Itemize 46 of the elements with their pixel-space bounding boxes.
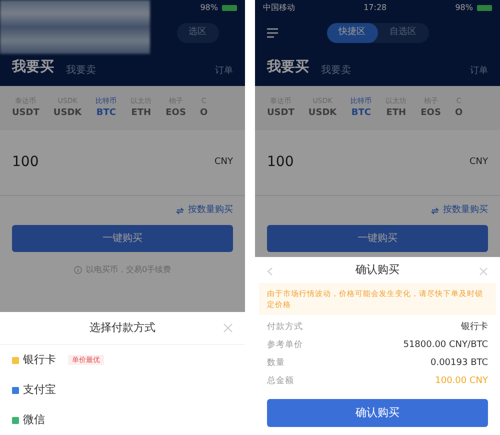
currency-label: CNY — [469, 156, 488, 169]
payment-method[interactable]: 支付宝 — [0, 375, 245, 405]
one-click-buy-button[interactable]: 一键购买 — [12, 224, 233, 252]
sheet-title: 确认购买 — [356, 262, 400, 278]
detail-value: 0.00193 BTC — [430, 357, 488, 370]
payment-label: 银行卡 — [23, 352, 56, 368]
zone-tab[interactable]: 自选区 — [378, 23, 428, 43]
buy-by-quantity-link[interactable]: 按数量购买 — [443, 204, 488, 218]
payment-method[interactable]: 微信 — [0, 405, 245, 435]
detail-value: 51800.00 CNY/BTC — [403, 339, 488, 352]
detail-label: 参考单价 — [267, 339, 303, 352]
battery-icon — [222, 5, 237, 11]
battery-percent: 98% — [455, 2, 473, 14]
currency-label: CNY — [214, 156, 233, 169]
detail-value: 100.00 CNY — [435, 375, 488, 388]
sheet-title: 选择付款方式 — [90, 320, 156, 336]
amount-value: 100 — [267, 153, 294, 172]
one-click-buy-button[interactable]: 一键购买 — [267, 224, 488, 252]
payment-label: 支付宝 — [23, 382, 56, 398]
orders-link[interactable]: 订单 — [470, 64, 488, 78]
swap-icon — [176, 206, 184, 215]
detail-value: 银行卡 — [461, 321, 488, 334]
orders-link[interactable]: 订单 — [215, 64, 233, 78]
trade-tab[interactable]: 我要卖 — [321, 63, 351, 78]
info-icon — [74, 266, 82, 274]
trade-tab[interactable]: 我要买 — [267, 57, 309, 78]
zone-tab[interactable]: 选区 — [176, 23, 218, 43]
close-icon[interactable] — [223, 323, 233, 333]
battery-icon — [477, 5, 492, 11]
detail-label: 总金额 — [267, 375, 294, 388]
close-icon[interactable] — [479, 266, 488, 276]
zone-tab[interactable]: 快捷区 — [326, 23, 378, 43]
trade-tab[interactable]: 我要买 — [12, 57, 54, 78]
amount-value: 100 — [12, 153, 39, 172]
swap-icon — [431, 206, 439, 215]
menu-icon[interactable] — [267, 28, 278, 38]
detail-label: 付款方式 — [267, 321, 303, 334]
confirm-button[interactable]: 确认购买 — [267, 399, 488, 427]
status-time: 17:28 — [364, 2, 387, 14]
payment-label: 微信 — [23, 412, 45, 428]
battery-percent: 98% — [200, 2, 218, 14]
back-icon[interactable] — [267, 266, 273, 276]
trade-tab[interactable]: 我要卖 — [66, 63, 96, 78]
carrier-label: 中国移动 — [263, 2, 295, 14]
detail-label: 数量 — [267, 357, 285, 370]
buy-by-quantity-link[interactable]: 按数量购买 — [188, 204, 233, 218]
